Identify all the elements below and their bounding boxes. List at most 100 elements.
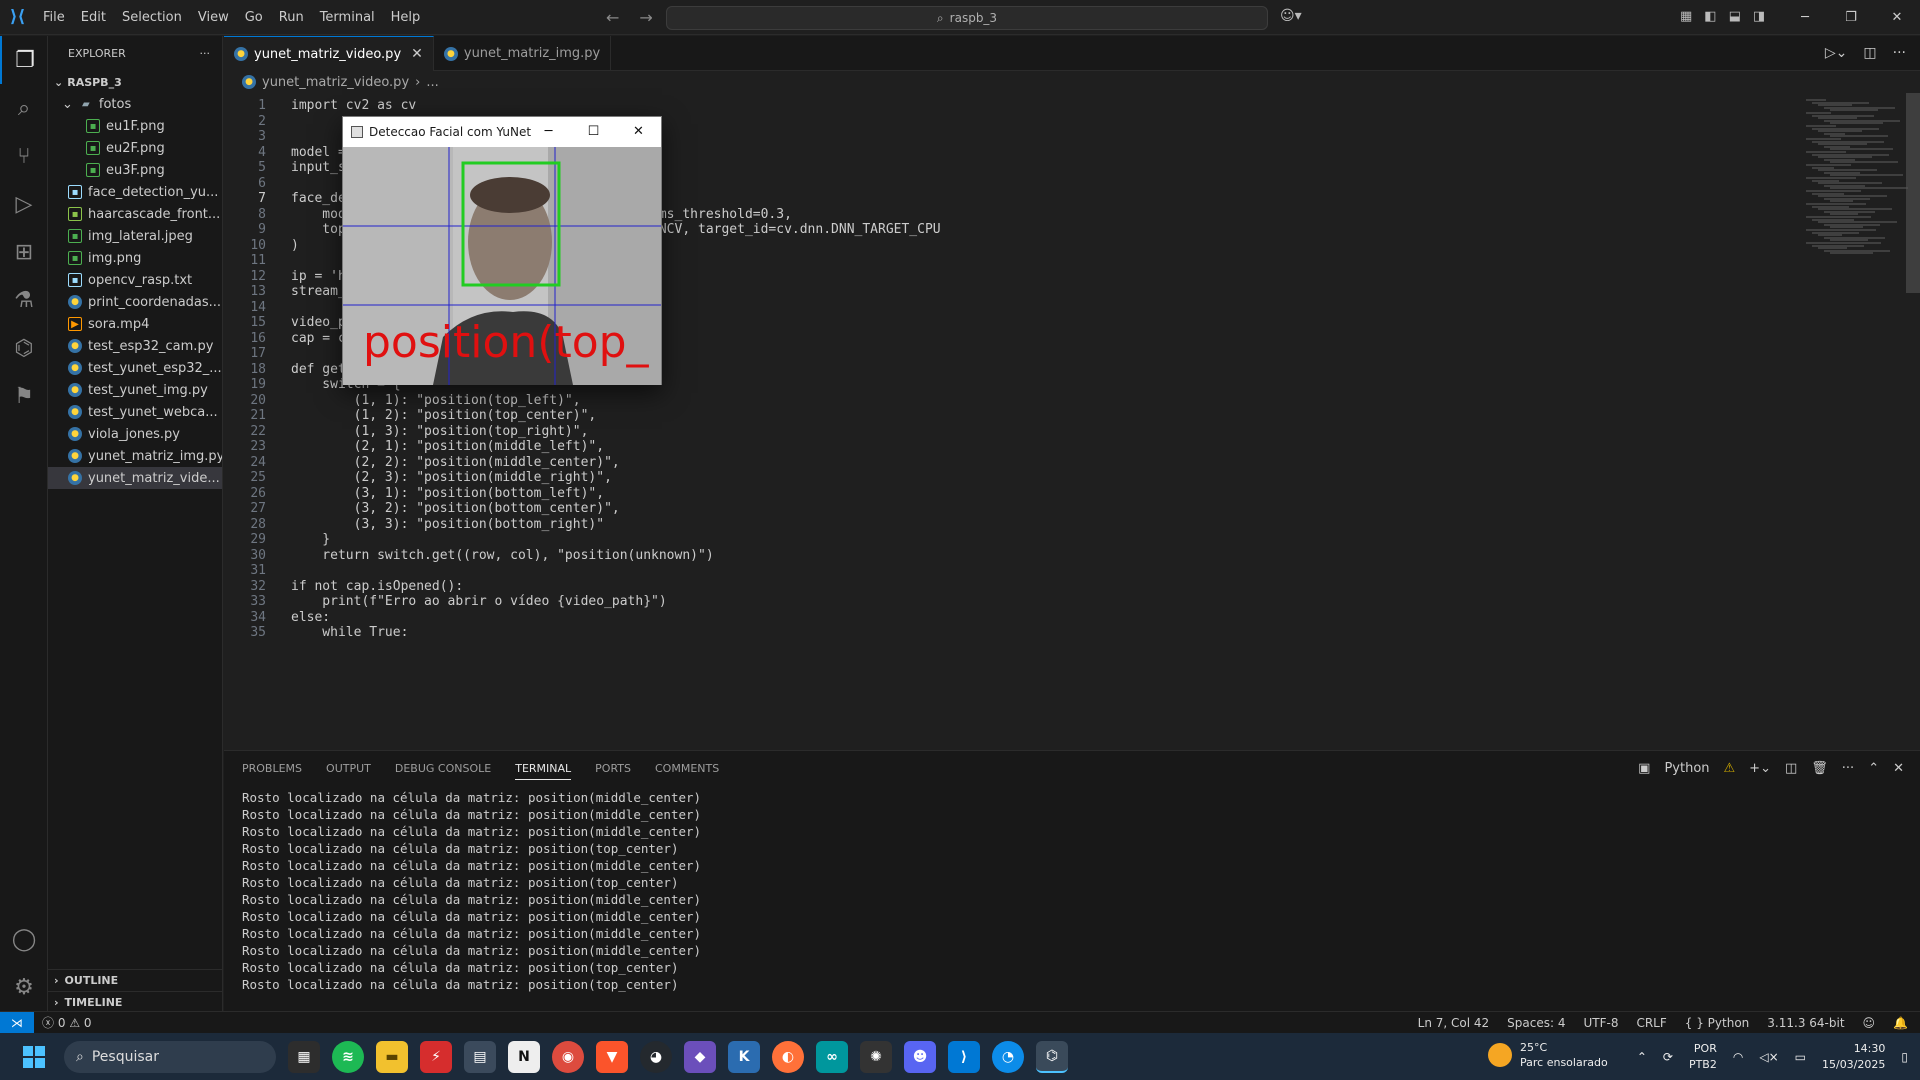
menu-selection[interactable]: Selection xyxy=(114,0,190,35)
notification-icon[interactable]: ▯ xyxy=(1901,1050,1908,1064)
tab-yunet-matriz-video[interactable]: ● yunet_matriz_video.py ✕ xyxy=(224,36,434,71)
maximize-icon[interactable]: ☐ xyxy=(571,117,616,147)
testing-icon[interactable]: ⚗ xyxy=(0,276,48,324)
more-actions-icon[interactable]: ··· xyxy=(200,47,211,60)
taskbar-search[interactable]: ⌕ Pesquisar xyxy=(64,1040,276,1073)
folder-fotos[interactable]: ⌄ ▰ fotos xyxy=(48,93,222,115)
toggle-secondary-sidebar-icon[interactable]: ◨ xyxy=(1753,9,1765,24)
calculator-icon[interactable]: ▤ xyxy=(464,1040,496,1073)
cursor-position[interactable]: Ln 7, Col 42 xyxy=(1418,1016,1490,1030)
gear-icon[interactable]: ⚙ xyxy=(0,963,48,1011)
file-item[interactable]: ▪ eu3F.png xyxy=(48,159,222,181)
battery-icon[interactable]: ▭ xyxy=(1795,1050,1806,1064)
copilot-status-icon[interactable]: ☺ xyxy=(1863,1016,1876,1030)
menu-go[interactable]: Go xyxy=(237,0,271,35)
file-item[interactable]: ● viola_jones.py xyxy=(48,423,222,445)
remote-icon[interactable]: ⋊ xyxy=(0,1011,34,1034)
github-icon[interactable]: ◕ xyxy=(640,1040,672,1073)
python-icon[interactable]: ⌬ xyxy=(0,324,48,372)
run-debug-icon[interactable]: ▷ xyxy=(0,180,48,228)
tab-problems[interactable]: PROBLEMS xyxy=(242,762,302,775)
minimize-icon[interactable]: ─ xyxy=(526,117,571,147)
toggle-panel-icon[interactable]: ⬓ xyxy=(1729,9,1741,24)
code-line[interactable]: 35 while True: xyxy=(224,623,408,642)
search-icon[interactable]: ⌕ xyxy=(0,84,48,132)
menu-edit[interactable]: Edit xyxy=(73,0,114,35)
video-window-titlebar[interactable]: Deteccao Facial com YuNet ─ ☐ ✕ xyxy=(343,117,661,147)
power-automate-icon[interactable]: ⚡ xyxy=(420,1040,452,1073)
python-app-icon[interactable]: ⌬ xyxy=(1036,1040,1068,1073)
forward-arrow-icon[interactable]: → xyxy=(639,8,652,27)
more-actions-icon[interactable]: ··· xyxy=(1893,45,1906,61)
outline-section[interactable]: › OUTLINE xyxy=(48,969,223,991)
obsidian-icon[interactable]: ◆ xyxy=(684,1040,716,1073)
problems-indicator[interactable]: ⓧ 0 ⚠ 0 xyxy=(34,1014,92,1031)
file-item[interactable]: ● test_yunet_webca... xyxy=(48,401,222,423)
file-item[interactable]: ▪ img_lateral.jpeg xyxy=(48,225,222,247)
source-control-icon[interactable]: ⑂ xyxy=(0,132,48,180)
toggle-sidebar-icon[interactable]: ◧ xyxy=(1704,9,1716,24)
menu-help[interactable]: Help xyxy=(383,0,429,35)
kotlin-icon[interactable]: K xyxy=(728,1040,760,1073)
file-item[interactable]: ● yunet_matriz_vide... xyxy=(48,467,222,489)
file-item[interactable]: ▪ opencv_rasp.txt xyxy=(48,269,222,291)
notion-icon[interactable]: N xyxy=(508,1040,540,1073)
store-icon[interactable]: ▦ xyxy=(288,1040,320,1073)
input-language[interactable]: POR PTB2 xyxy=(1689,1041,1717,1073)
file-item[interactable]: ▪ eu1F.png xyxy=(48,115,222,137)
file-item[interactable]: ● yunet_matriz_img.py xyxy=(48,445,222,467)
tab-output[interactable]: OUTPUT xyxy=(326,762,371,775)
video-window[interactable]: Deteccao Facial com YuNet ─ ☐ ✕ position… xyxy=(342,116,662,385)
file-item[interactable]: ▶ sora.mp4 xyxy=(48,313,222,335)
file-item[interactable]: ▪ img.png xyxy=(48,247,222,269)
run-icon[interactable]: ▷⌄ xyxy=(1825,45,1848,61)
menu-run[interactable]: Run xyxy=(271,0,312,35)
menu-terminal[interactable]: Terminal xyxy=(312,0,383,35)
account-icon[interactable]: ◯ xyxy=(0,915,48,963)
edge-icon[interactable]: ◔ xyxy=(992,1040,1024,1073)
wifi-icon[interactable]: ◠ xyxy=(1733,1050,1743,1064)
trash-icon[interactable]: 🗑 xyxy=(1811,761,1828,776)
explorer-icon[interactable]: ❐ xyxy=(0,36,48,84)
file-item[interactable]: ▪ haarcascade_front... xyxy=(48,203,222,225)
weather-widget[interactable]: 25°C Parc ensolarado xyxy=(1488,1040,1608,1070)
new-terminal-icon[interactable]: +⌄ xyxy=(1749,761,1771,776)
split-editor-icon[interactable]: ◫ xyxy=(1863,45,1876,61)
close-icon[interactable]: ✕ xyxy=(616,117,661,147)
terminal-name[interactable]: Python xyxy=(1664,761,1709,776)
brave-icon[interactable]: ▼ xyxy=(596,1040,628,1073)
vscode-icon[interactable]: ⟩ xyxy=(948,1040,980,1073)
close-panel-icon[interactable]: ✕ xyxy=(1893,761,1904,776)
sync-icon[interactable]: ⟳ xyxy=(1663,1050,1673,1064)
file-item[interactable]: ▪ face_detection_yu... xyxy=(48,181,222,203)
spotify-icon[interactable]: ≋ xyxy=(332,1040,364,1073)
back-arrow-icon[interactable]: ← xyxy=(606,8,619,27)
file-item[interactable]: ▪ eu2F.png xyxy=(48,137,222,159)
encoding[interactable]: UTF-8 xyxy=(1583,1016,1618,1030)
close-icon[interactable]: ✕ xyxy=(1874,0,1920,35)
chevron-up-icon[interactable]: ⌃ xyxy=(1637,1050,1647,1064)
breadcrumb-rest[interactable]: ... xyxy=(426,75,438,90)
tab-terminal[interactable]: TERMINAL xyxy=(515,762,572,780)
file-item[interactable]: ● test_esp32_cam.py xyxy=(48,335,222,357)
tab-debug-console[interactable]: DEBUG CONSOLE xyxy=(395,762,491,775)
terminal-output[interactable]: Rosto localizado na célula da matriz: po… xyxy=(242,789,701,993)
menu-file[interactable]: File xyxy=(35,0,73,35)
customize-layout-icon[interactable]: ▦ xyxy=(1680,9,1692,24)
breadcrumb-file[interactable]: yunet_matriz_video.py xyxy=(262,75,409,90)
tab-comments[interactable]: COMMENTS xyxy=(655,762,719,775)
split-terminal-icon[interactable]: ◫ xyxy=(1785,761,1797,776)
file-item[interactable]: ● test_yunet_img.py xyxy=(48,379,222,401)
minimap[interactable] xyxy=(1790,93,1920,749)
menu-view[interactable]: View xyxy=(190,0,237,35)
minimize-icon[interactable]: ─ xyxy=(1782,0,1828,35)
copilot-icon[interactable]: ☺▾ xyxy=(1280,8,1302,24)
tab-ports[interactable]: PORTS xyxy=(595,762,631,775)
indentation[interactable]: Spaces: 4 xyxy=(1507,1016,1565,1030)
speaker-icon[interactable]: ◁× xyxy=(1759,1050,1778,1064)
extensions-icon[interactable]: ⊞ xyxy=(0,228,48,276)
command-center-search[interactable]: ⌕ raspb_3 xyxy=(666,6,1268,30)
clock[interactable]: 14:30 15/03/2025 xyxy=(1822,1041,1885,1073)
bookmark-icon[interactable]: ⚑ xyxy=(0,372,48,420)
file-item[interactable]: ● test_yunet_esp32_... xyxy=(48,357,222,379)
